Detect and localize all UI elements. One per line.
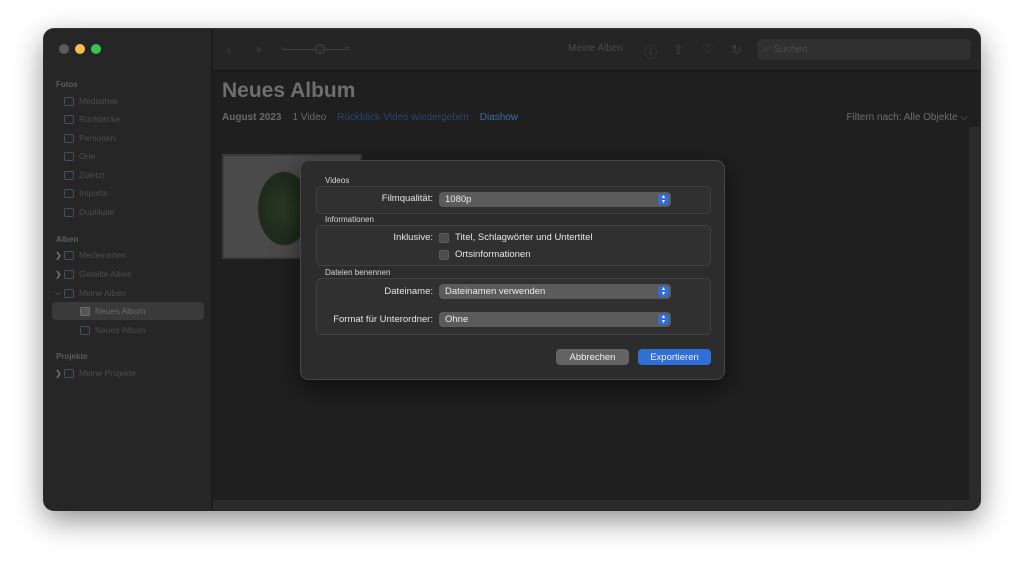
zoom-slider-knob[interactable] [315,44,325,54]
checkbox-box[interactable] [439,249,449,260]
filter-dropdown[interactable]: Filtern nach: Alle Objekte ⌵ [846,112,968,123]
sidebar-item-mediathek[interactable]: Mediathek [52,92,204,110]
sidebar: Fotos Mediathek Rückblicke Personen Orte… [44,29,212,510]
group-naming: Dateiname: Dateinamen verwenden ▴ ▾ Forma… [316,278,711,335]
zoom-in-icon[interactable]: + [344,43,349,53]
search-placeholder: Suchen [773,44,808,55]
album-count: 1 Video [292,112,327,123]
slideshow-link[interactable]: Diashow [480,112,518,123]
play-memory-link[interactable]: Rückblick-Video wiedergeben [337,112,469,123]
folder-icon [64,368,74,378]
toolbar: ‹ ⌖ − + Meine Alben ⓘ ⇪ ♡ ↻ ⌕ Suchen [213,29,980,71]
folder-icon [64,250,74,260]
group-videos: Filmqualität: 1080p ▴ ▾ [316,186,711,214]
sidebar-item-zuletzt[interactable]: Zuletzt [52,166,204,184]
rotate-icon[interactable]: ↻ [731,42,742,58]
chevron-right-icon[interactable]: ❯ [55,270,62,279]
sidebar-item-meine-projekte[interactable]: ❯ Meine Projekte [52,364,204,382]
album-meta: August 2023 1 Video Rückblick-Video wied… [222,112,518,123]
chevron-right-icon[interactable]: ❯ [55,369,62,378]
filename-select[interactable]: Dateinamen verwenden ▴ ▾ [439,284,671,299]
sidebar-section-projekte: Projekte [56,352,88,361]
library-icon [64,96,74,106]
search-input[interactable]: ⌕ Suchen [757,39,971,60]
sidebar-item-geteilte-alben[interactable]: ❯ Geteilte Alben [52,265,204,283]
subfolder-label: Format für Unterordner: [333,314,433,325]
include-label: Inklusive: [393,232,433,243]
folder-icon [64,288,74,298]
search-icon: ⌕ [763,44,769,55]
sidebar-item-rueckblicke[interactable]: Rückblicke [52,110,204,128]
export-button[interactable]: Exportieren [638,349,711,365]
horizontal-scrollbar[interactable] [213,500,980,510]
places-icon [64,151,74,161]
share-icon[interactable]: ⇪ [673,42,684,58]
heart-icon[interactable]: ♡ [702,42,714,58]
window-controls [59,44,101,54]
sidebar-item-neues-album-selected[interactable]: Neues Album [52,302,204,320]
close-window-button[interactable] [59,44,69,54]
album-icon [80,325,90,335]
sidebar-section-alben: Alben [56,235,79,244]
chevron-down-icon: ⌵ [960,112,968,123]
memories-icon [64,114,74,124]
group-title-info: Informationen [325,215,374,224]
zoom-out-icon[interactable]: − [279,43,284,53]
sidebar-item-orte[interactable]: Orte [52,147,204,165]
filename-label: Dateiname: [384,286,433,297]
album-title: Neues Album [222,79,356,102]
quality-select[interactable]: 1080p ▴ ▾ [439,192,671,207]
recents-icon [64,170,74,180]
folder-icon [64,269,74,279]
cancel-button[interactable]: Abbrechen [556,349,629,365]
popup-arrows-icon: ▴ ▾ [658,286,669,297]
chevron-down-icon[interactable]: ⌵ [55,288,61,298]
album-icon [80,306,90,316]
album-selector[interactable]: Meine Alben [568,43,623,54]
titles-checkbox[interactable]: Titel, Schlagwörter und Untertitel [439,232,592,243]
export-dialog: Videos Filmqualität: 1080p ▴ ▾ Informatio… [300,160,725,380]
subfolder-select[interactable]: Ohne ▴ ▾ [439,312,671,327]
sidebar-item-meine-alben[interactable]: ⌵ Meine Alben [52,284,204,302]
people-icon [64,133,74,143]
chevron-right-icon[interactable]: ❯ [55,251,62,260]
sidebar-item-medienarten[interactable]: ❯ Medienarten [52,246,204,264]
album-date: August 2023 [222,112,282,123]
sidebar-item-duplikate[interactable]: Duplikate [52,203,204,221]
quality-label: Filmqualität: [381,193,433,204]
sidebar-item-importe[interactable]: Importe [52,184,204,202]
group-title-naming: Dateien benennen [325,268,391,277]
sidebar-item-neues-album[interactable]: Neues Album [52,321,204,339]
group-info: Inklusive: Titel, Schlagwörter und Unter… [316,225,711,266]
back-icon[interactable]: ‹ [227,42,231,57]
popup-arrows-icon: ▴ ▾ [658,314,669,325]
minimize-window-button[interactable] [75,44,85,54]
sidebar-section-fotos: Fotos [56,80,78,89]
maximize-window-button[interactable] [91,44,101,54]
duplicates-icon [64,207,74,217]
location-checkbox[interactable]: Ortsinformationen [439,249,531,260]
vertical-scrollbar[interactable] [969,127,980,500]
group-title-videos: Videos [325,176,350,185]
imports-icon [64,188,74,198]
popup-arrows-icon: ▴ ▾ [658,194,669,205]
checkbox-box[interactable] [439,232,449,243]
sidebar-item-personen[interactable]: Personen [52,129,204,147]
info-icon[interactable]: ⓘ [644,42,657,61]
crop-icon[interactable]: ⌖ [255,42,262,58]
